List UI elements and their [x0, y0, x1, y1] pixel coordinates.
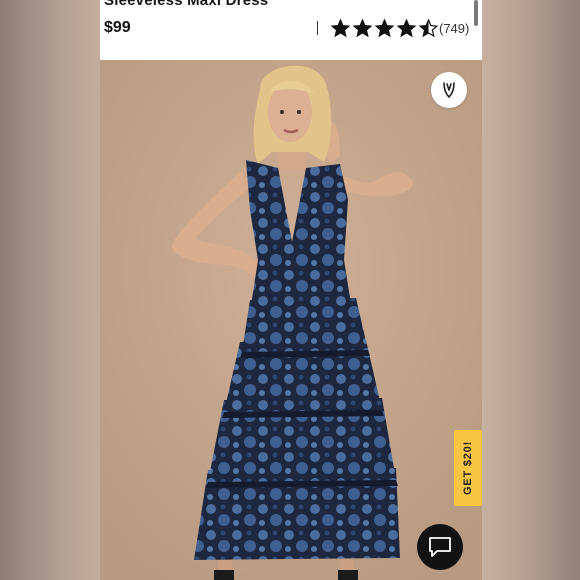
chat-bubble-icon	[429, 537, 451, 557]
chat-button[interactable]	[417, 524, 463, 570]
star-icon	[419, 18, 438, 37]
product-page: Sleeveless Maxi Dress $99 (749) GET $20!	[100, 0, 482, 580]
star-icon	[375, 18, 394, 37]
product-price: $99	[104, 19, 131, 36]
star-icon	[331, 18, 350, 37]
heart-icon	[443, 82, 455, 98]
blurred-background-left	[0, 0, 100, 580]
product-header: Sleeveless Maxi Dress $99 (749)	[100, 0, 482, 60]
model-photo	[100, 60, 482, 580]
blurred-background-right	[482, 0, 580, 580]
scrollbar[interactable]	[474, 0, 478, 26]
promo-tab[interactable]: GET $20!	[454, 430, 482, 506]
review-count[interactable]: (749)	[439, 21, 469, 36]
promo-label: GET $20!	[462, 440, 474, 496]
star-icon	[353, 18, 372, 37]
header-divider	[317, 21, 318, 35]
rating-stars[interactable]	[331, 18, 441, 38]
wishlist-button[interactable]	[431, 72, 467, 108]
product-title: Sleeveless Maxi Dress	[104, 0, 269, 9]
star-icon	[397, 18, 416, 37]
product-image[interactable]: GET $20!	[100, 60, 482, 580]
